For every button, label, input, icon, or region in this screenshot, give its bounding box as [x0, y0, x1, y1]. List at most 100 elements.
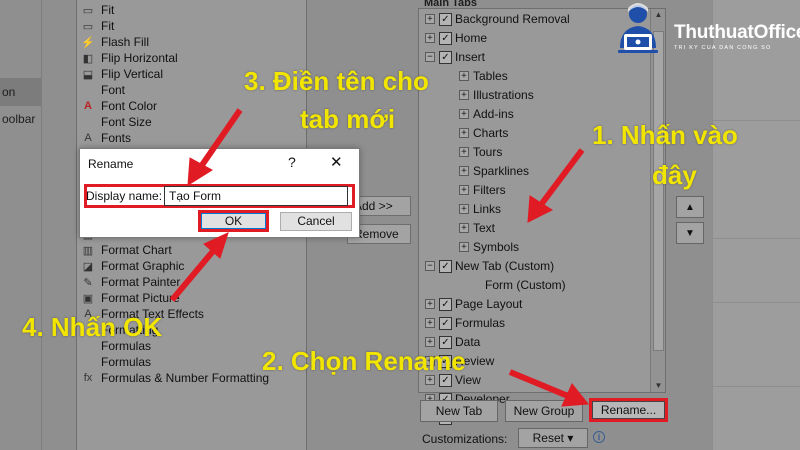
step4-annotation: 4. Nhấn OK — [22, 312, 163, 342]
expand-icon[interactable]: + — [425, 14, 435, 24]
command-item[interactable]: ▭ Fit — [77, 18, 307, 34]
checkbox-checked-icon[interactable]: ✓ — [439, 259, 452, 273]
expand-icon[interactable]: + — [459, 147, 469, 157]
tree-item[interactable]: − ✓ New Tab (Custom) — [425, 257, 554, 275]
expand-icon[interactable]: + — [459, 166, 469, 176]
category-list: on oolbar — [0, 0, 42, 450]
command-item[interactable]: ◧ Flip Horizontal — [77, 50, 307, 66]
cancel-button[interactable]: Cancel — [280, 212, 352, 231]
blank-icon — [79, 83, 97, 97]
expand-icon[interactable]: + — [459, 128, 469, 138]
checkbox-checked-icon[interactable]: ✓ — [439, 297, 452, 311]
scroll-thumb[interactable] — [653, 31, 664, 351]
collapse-icon[interactable]: − — [425, 261, 435, 271]
command-item[interactable]: ▭ Fit — [77, 2, 307, 18]
category-quick-access-toolbar[interactable]: oolbar — [0, 112, 42, 130]
expand-icon[interactable]: + — [425, 299, 435, 309]
checkbox-checked-icon[interactable]: ✓ — [439, 31, 452, 45]
tree-item[interactable]: + Filters — [459, 181, 506, 199]
expand-icon[interactable]: + — [459, 204, 469, 214]
new-group-button[interactable]: New Group — [505, 400, 583, 422]
fx-icon: fx — [83, 372, 93, 384]
command-label: Flip Horizontal — [101, 51, 178, 65]
command-label: Flip Vertical — [101, 67, 164, 81]
tree-item-label: Formulas — [455, 316, 506, 330]
new-tab-button[interactable]: New Tab — [420, 400, 498, 422]
font-color-icon: A — [84, 100, 92, 112]
command-label: Format Painter — [101, 275, 181, 289]
expand-icon[interactable]: + — [459, 90, 469, 100]
step2-annotation: 2. Chọn Rename — [262, 346, 466, 376]
tree-item[interactable]: Form (Custom) — [485, 276, 566, 294]
command-label: Formulas — [101, 355, 152, 369]
expand-icon[interactable]: + — [425, 318, 435, 328]
command-item[interactable]: ▥ Format Chart — [77, 242, 307, 258]
expand-icon[interactable]: + — [459, 185, 469, 195]
tree-item-label: Charts — [473, 126, 509, 140]
worksheet-background — [712, 0, 800, 450]
customizations-label: Customizations: — [422, 432, 508, 446]
command-item[interactable]: A Font Color — [77, 98, 307, 114]
close-icon[interactable]: ✕ — [330, 153, 343, 171]
checkbox-checked-icon[interactable]: ✓ — [439, 50, 452, 64]
tree-item[interactable]: + ✓ Home — [425, 29, 487, 47]
checkbox-checked-icon[interactable]: ✓ — [439, 316, 452, 330]
command-label: Flash Fill — [101, 35, 150, 49]
command-item[interactable]: ✎ Format Painter — [77, 274, 307, 290]
command-item[interactable]: A Fonts — [77, 130, 307, 146]
tree-item[interactable]: + Tables — [459, 67, 508, 85]
command-label: Formulas & Number Formatting — [101, 371, 270, 385]
logo-title: ThuthuatOffice — [674, 22, 800, 43]
tree-item-label: New Tab (Custom) — [455, 259, 555, 273]
tree-item-label: Insert — [455, 50, 486, 64]
expand-icon[interactable]: + — [459, 71, 469, 81]
grid-line — [712, 0, 713, 450]
command-label: Fit — [101, 3, 115, 17]
tree-item[interactable]: + ✓ Background Removal — [425, 10, 570, 28]
tree-item[interactable]: − ✓ Insert — [425, 48, 485, 66]
tree-item-label: Background Removal — [455, 12, 570, 26]
grid-line — [712, 302, 800, 303]
command-item[interactable]: ◪ Format Graphic — [77, 258, 307, 274]
scroll-down-arrow-icon[interactable]: ▼ — [652, 381, 665, 391]
tree-item[interactable]: + Links — [459, 200, 501, 218]
grid-line — [712, 386, 800, 387]
tree-item[interactable]: + ✓ Formulas — [425, 314, 505, 332]
expand-icon[interactable]: + — [459, 223, 469, 233]
move-down-button[interactable]: ▼ — [676, 222, 704, 244]
command-item[interactable]: ⚡ Flash Fill — [77, 34, 307, 50]
expand-icon[interactable]: + — [459, 109, 469, 119]
info-icon[interactable]: i — [593, 431, 605, 443]
command-label: Font Color — [101, 99, 158, 113]
dialog-title: Rename — [88, 157, 134, 171]
help-icon[interactable]: ? — [288, 154, 296, 170]
tree-item[interactable]: + Symbols — [459, 238, 519, 256]
checkbox-checked-icon[interactable]: ✓ — [439, 12, 452, 26]
tree-scrollbar[interactable]: ▲ ▼ — [650, 9, 665, 392]
move-up-button[interactable]: ▲ — [676, 196, 704, 218]
step3-annotation-line2: tab mới — [300, 104, 396, 134]
expand-icon[interactable]: + — [425, 33, 435, 43]
step1-annotation-line2: đây — [652, 160, 697, 190]
tree-item[interactable]: + Sparklines — [459, 162, 529, 180]
expand-icon[interactable]: + — [459, 242, 469, 252]
tree-item[interactable]: + Text — [459, 219, 495, 237]
tree-item[interactable]: + ✓ Page Layout — [425, 295, 522, 313]
tree-item[interactable]: + Add-ins — [459, 105, 514, 123]
command-item[interactable]: ▣ Format Picture — [77, 290, 307, 306]
person-laptop-icon — [618, 3, 658, 53]
display-name-input[interactable] — [164, 186, 348, 206]
command-label: Fit — [101, 19, 115, 33]
rename-button[interactable]: Rename... — [592, 401, 665, 419]
tree-item-label: Home — [455, 31, 488, 45]
tree-item[interactable]: + Illustrations — [459, 86, 534, 104]
reset-dropdown[interactable]: Reset ▾ — [518, 428, 588, 448]
tree-item[interactable]: + Charts — [459, 124, 508, 142]
screenshot-stage: on oolbar ▭ Fit ▭ Fit ⚡ Flash Fill ◧ Flip Horiz… — [0, 0, 800, 450]
ok-button[interactable]: OK — [201, 213, 266, 229]
tree-item-label: Links — [473, 202, 502, 216]
category-customize-ribbon[interactable]: on — [0, 78, 42, 106]
command-item[interactable]: Font Size — [77, 114, 307, 130]
collapse-icon[interactable]: − — [425, 52, 435, 62]
tree-item[interactable]: + Tours — [459, 143, 502, 161]
